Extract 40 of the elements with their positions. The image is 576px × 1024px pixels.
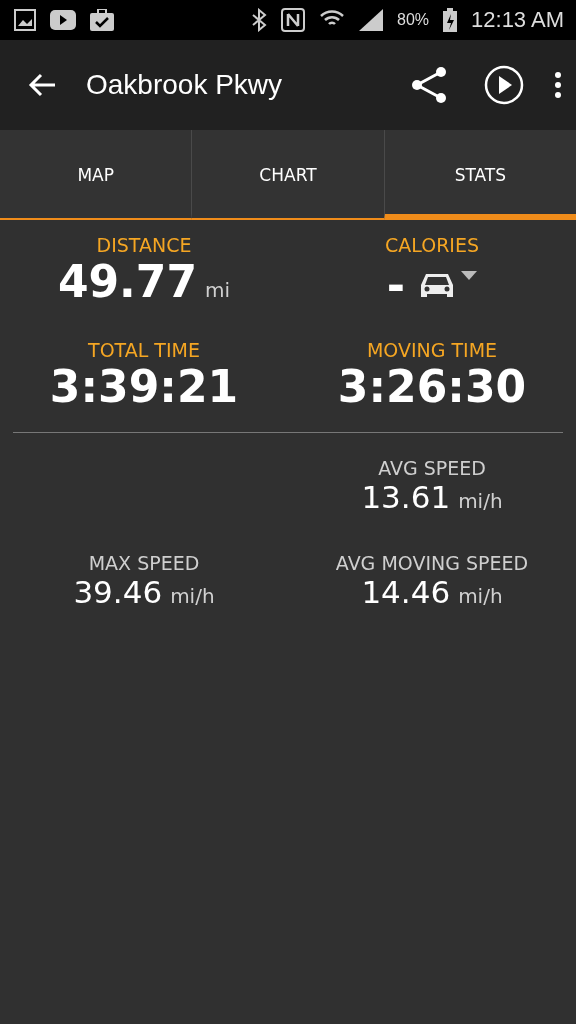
back-button[interactable] (28, 73, 56, 97)
tab[interactable]: CHART (191, 130, 384, 220)
unit-label: mi/h (170, 583, 215, 608)
stat-label: MOVING TIME (366, 338, 498, 361)
briefcase-check-icon (90, 9, 114, 31)
more-icon (554, 72, 562, 98)
stat-value: 13.61 (361, 478, 451, 516)
nfc-icon (281, 8, 305, 32)
back-arrow-icon (28, 73, 56, 97)
battery-charging-icon (443, 8, 458, 32)
unit-label: mi/h (458, 488, 503, 513)
stat-label: MAX SPEED (88, 551, 200, 574)
stat-label: AVG MOVING SPEED (335, 551, 529, 574)
stat-value: 3:26:30 (337, 360, 527, 414)
stat-label: CALORIES (385, 234, 479, 256)
dropdown-caret-icon (461, 271, 478, 282)
stat-value: 49.77 (57, 256, 198, 309)
play-icon (484, 65, 524, 105)
stat-value: 3:39:21 (49, 360, 239, 414)
stat-value: 39.46 (73, 573, 163, 611)
stat-value: - (386, 260, 406, 313)
stat-value: 14.46 (361, 573, 451, 611)
screen-title: Oakbrook Pkwy (86, 69, 284, 101)
unit-label: mi (205, 278, 231, 302)
share-icon (410, 66, 448, 104)
tab[interactable]: STATS (383, 130, 576, 220)
video-play-icon (50, 10, 76, 30)
play-button[interactable] (484, 65, 524, 105)
gallery-icon (14, 9, 36, 31)
stat-label: DISTANCE (96, 234, 192, 256)
share-button[interactable] (410, 66, 448, 104)
stat-label: AVG SPEED (378, 456, 486, 479)
clock-time: 12:13 AM (471, 7, 564, 33)
battery-percent: 80% (397, 11, 430, 29)
bluetooth-icon (251, 8, 267, 32)
stat-label: TOTAL TIME (88, 338, 200, 361)
signal-icon (359, 9, 383, 31)
unit-label: mi/h (458, 583, 503, 608)
more-button[interactable] (554, 72, 562, 98)
tab[interactable]: MAP (0, 130, 192, 220)
